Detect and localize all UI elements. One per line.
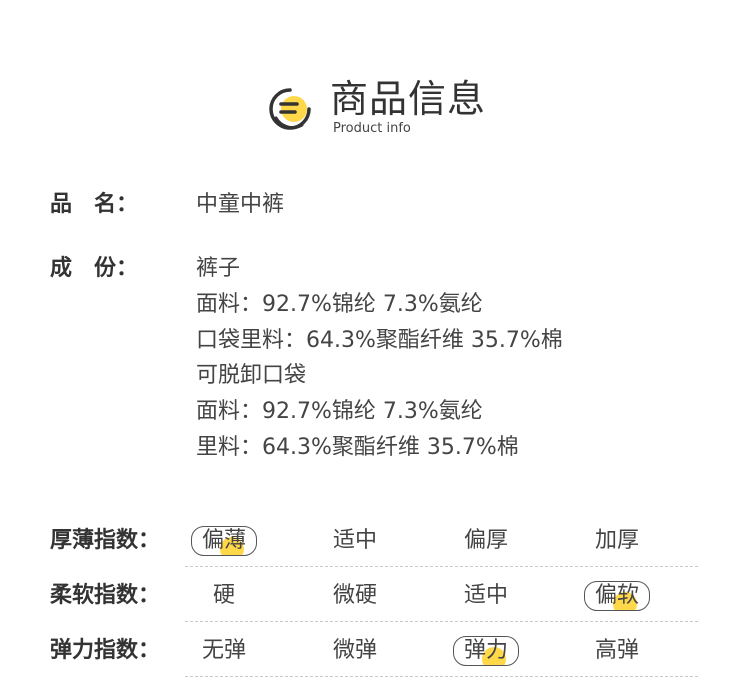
elasticity-index-label: 弹力指数：	[50, 638, 161, 663]
divider	[185, 621, 698, 622]
composition-line: 口袋里料：64.3%聚酯纤维 35.7%棉	[196, 328, 563, 353]
option-label: 偏薄	[201, 528, 246, 553]
softness-index-row: 柔软指数： 硬 微硬 适中 偏软	[0, 570, 750, 625]
page-title: 商品信息	[330, 77, 487, 121]
elasticity-option: 微弹	[332, 638, 377, 663]
divider	[185, 566, 698, 567]
option-label: 弹力	[463, 638, 508, 663]
thickness-index-label: 厚薄指数：	[50, 528, 161, 553]
composition-line: 可脱卸口袋	[196, 363, 307, 388]
thickness-option: 加厚	[594, 528, 639, 553]
page-subtitle: Product info	[333, 121, 411, 136]
divider	[185, 676, 698, 677]
thickness-option: 偏厚	[463, 528, 508, 553]
elasticity-index-row: 弹力指数： 无弹 微弹 弹力 高弹	[0, 625, 750, 680]
softness-index-label: 柔软指数：	[50, 583, 161, 608]
softness-option: 硬	[212, 583, 235, 608]
composition-line: 面料：92.7%锦纶 7.3%氨纶	[196, 292, 483, 317]
composition-line: 裤子	[196, 256, 241, 281]
elasticity-option: 高弹	[594, 638, 639, 663]
elasticity-option-selected: 弹力	[451, 636, 521, 666]
softness-option: 微硬	[332, 583, 377, 608]
softness-option: 适中	[463, 583, 508, 608]
name-value: 中童中裤	[196, 192, 285, 217]
thickness-option-selected: 偏薄	[189, 526, 259, 556]
softness-option-selected: 偏软	[582, 581, 652, 611]
option-label: 偏软	[594, 583, 639, 608]
section-header: 商品信息 Product info	[266, 74, 526, 144]
composition-line: 里料：64.3%聚酯纤维 35.7%棉	[196, 435, 519, 460]
thickness-option: 适中	[332, 528, 377, 553]
document-lines-icon	[269, 88, 311, 130]
name-label: 品 名：	[50, 192, 139, 217]
thickness-index-row: 厚薄指数： 偏薄 适中 偏厚 加厚	[0, 515, 750, 570]
composition-line: 面料：92.7%锦纶 7.3%氨纶	[196, 399, 483, 424]
composition-label: 成 份：	[50, 256, 139, 281]
elasticity-option: 无弹	[201, 638, 246, 663]
